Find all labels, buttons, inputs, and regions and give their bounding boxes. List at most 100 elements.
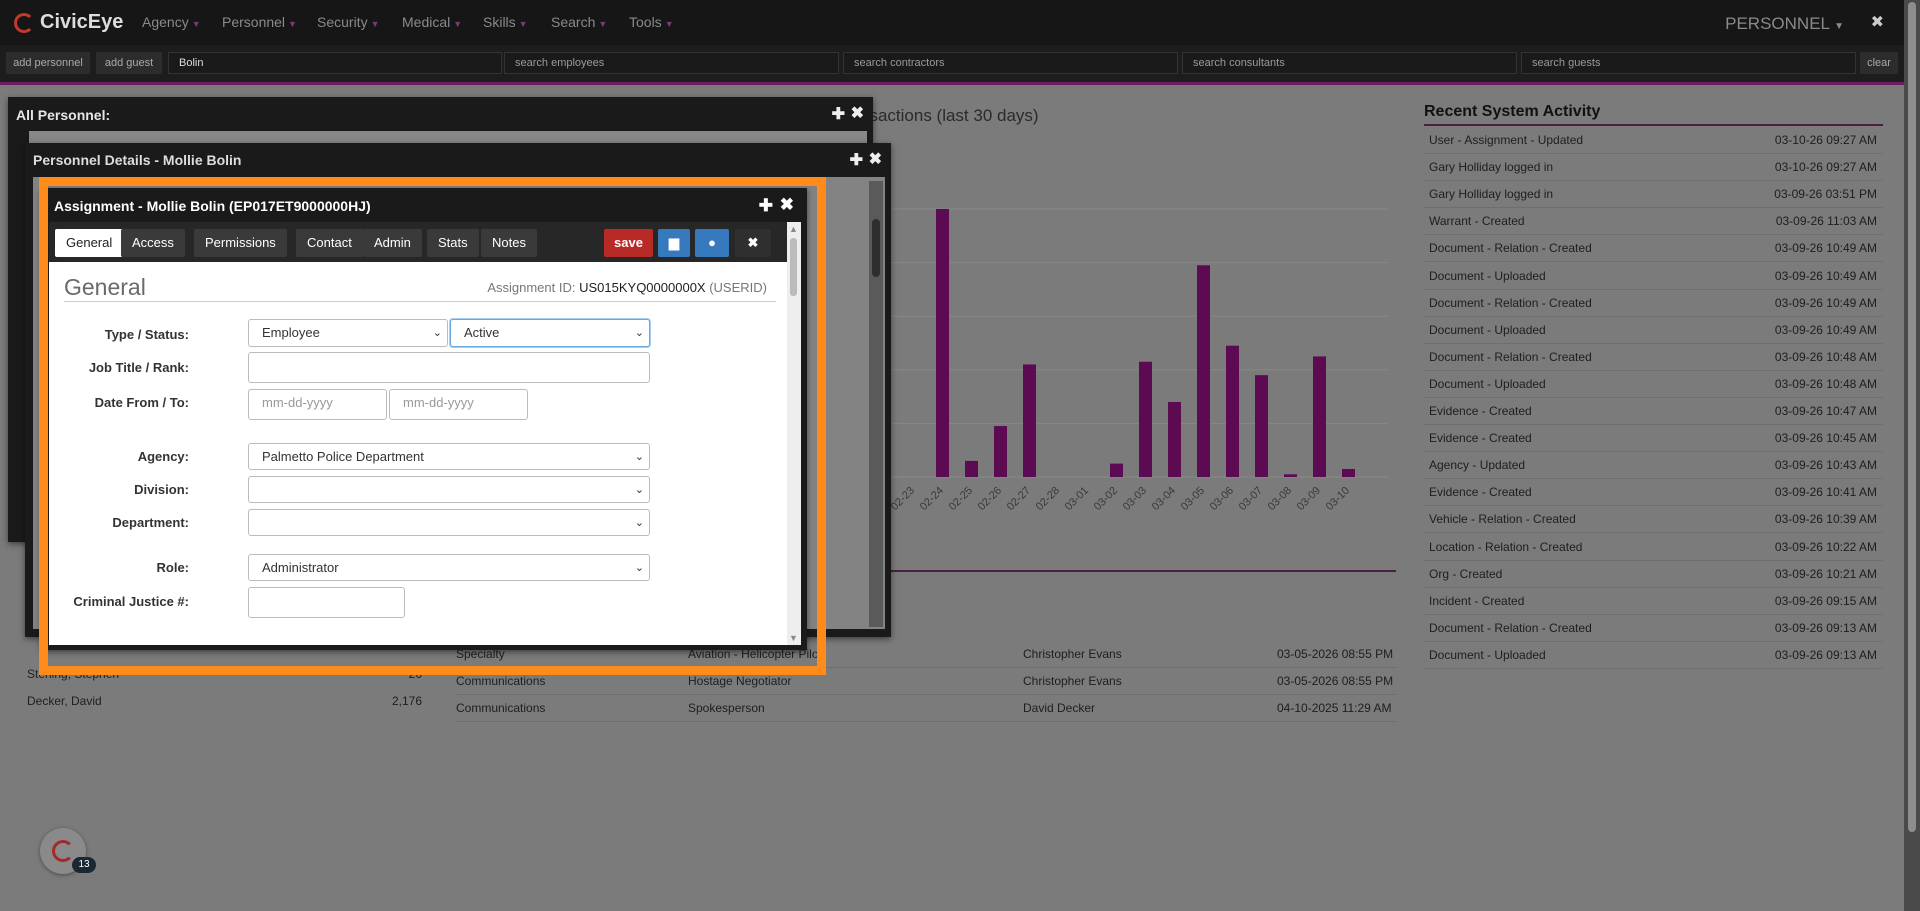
add-guest-button[interactable]: add guest <box>96 52 162 74</box>
scrollbar-thumb[interactable] <box>872 219 880 277</box>
activity-row[interactable]: Document - Relation - Created 03-09-26 09… <box>1424 614 1883 642</box>
activity-row[interactable]: Document - Relation - Created 03-09-26 10… <box>1424 234 1883 263</box>
bar[interactable] <box>1284 474 1297 477</box>
activity-time: 03-09-26 10:48 AM <box>1774 376 1877 391</box>
department-label: Department: <box>112 515 189 530</box>
x-tick-label: 02-27 <box>1005 485 1033 513</box>
activity-row[interactable]: Evidence - Created 03-09-26 10:47 AM <box>1424 397 1883 425</box>
caret-down-icon: ▼ <box>598 19 608 29</box>
activity-row[interactable]: Document - Relation - Created 03-09-26 10… <box>1424 343 1883 371</box>
nav-security[interactable]: Security ▼ <box>317 14 380 30</box>
bar[interactable] <box>994 426 1007 477</box>
list-item[interactable]: Decker, David 2,176 <box>27 687 422 714</box>
scrollbar-thumb[interactable] <box>790 238 797 296</box>
nav-personnel[interactable]: Personnel ▼ <box>222 14 297 30</box>
page-scrollbar[interactable] <box>1904 0 1920 911</box>
close-icon[interactable]: ✖ <box>869 149 882 169</box>
document-button[interactable]: ▆ <box>658 229 690 257</box>
caret-down-icon: ▼ <box>191 19 201 29</box>
bar[interactable] <box>965 460 978 477</box>
activity-row[interactable]: Warrant - Created 03-09-26 11:03 AM <box>1424 207 1883 236</box>
department-select[interactable]: ⌄ <box>248 509 650 536</box>
x-tick-label: 03-06 <box>1208 485 1236 513</box>
nav-agency[interactable]: Agency ▼ <box>142 14 201 30</box>
table-row[interactable]: Communications Spokesperson David Decker… <box>455 694 1396 722</box>
scroll-down-icon[interactable]: ▼ <box>789 633 798 643</box>
close-icon[interactable]: ✖ <box>1871 12 1884 32</box>
add-personnel-button[interactable]: add personnel <box>6 52 90 74</box>
tab-contact[interactable]: Contact <box>296 229 363 257</box>
activity-time: 03-09-26 09:13 AM <box>1774 620 1877 635</box>
type-select[interactable]: Employee ⌄ <box>248 319 448 347</box>
scroll-up-icon[interactable]: ▲ <box>789 224 798 234</box>
activity-row[interactable]: Org - Created 03-09-26 10:21 AM <box>1424 560 1883 588</box>
search-employees-input[interactable]: search employees <box>504 52 839 74</box>
bar[interactable] <box>1226 345 1239 477</box>
activity-event: Org - Created <box>1429 566 1503 581</box>
logo[interactable]: CivicEye <box>14 11 123 34</box>
activity-row[interactable]: Document - Uploaded 03-09-26 10:48 AM <box>1424 370 1883 398</box>
activity-row[interactable]: Evidence - Created 03-09-26 10:45 AM <box>1424 424 1883 453</box>
search-contractors-input[interactable]: search contractors <box>843 52 1178 74</box>
user-menu[interactable]: PERSONNEL ▼ <box>1725 14 1844 34</box>
plus-icon[interactable]: ✚ <box>759 196 773 216</box>
save-button[interactable]: save <box>604 229 653 257</box>
status-select[interactable]: Active ⌄ <box>450 319 650 347</box>
search-consultants-input[interactable]: search consultants <box>1182 52 1517 74</box>
tab-general[interactable]: General <box>55 229 124 257</box>
tab-permissions[interactable]: Permissions <box>194 229 287 257</box>
search-guests-input[interactable]: search guests <box>1521 52 1856 74</box>
activity-row[interactable]: Gary Holliday logged in 03-10-26 09:27 AM <box>1424 153 1883 182</box>
nav-skills[interactable]: Skills ▼ <box>483 14 528 30</box>
activity-row[interactable]: Gary Holliday logged in 03-09-26 03:51 PM <box>1424 180 1883 209</box>
activity-row[interactable]: User - Assignment - Updated 03-10-26 09:2… <box>1424 126 1883 154</box>
user-button[interactable]: ● <box>695 229 729 257</box>
criminal-justice-input[interactable] <box>248 587 405 618</box>
activity-row[interactable]: Agency - Updated 03-09-26 10:43 AM <box>1424 451 1883 480</box>
job-title-input[interactable] <box>248 352 650 383</box>
bar[interactable] <box>936 209 949 477</box>
activity-row[interactable]: Incident - Created 03-09-26 09:15 AM <box>1424 587 1883 615</box>
close-icon[interactable]: ✖ <box>780 195 794 215</box>
scrollbar-thumb[interactable] <box>1908 2 1916 832</box>
tab-access[interactable]: Access <box>121 229 185 257</box>
scrollbar[interactable]: ▲ ▼ <box>787 222 801 645</box>
bar[interactable] <box>1197 265 1210 477</box>
nav-medical[interactable]: Medical ▼ <box>402 14 462 30</box>
name-search-input[interactable]: Bolin <box>168 52 502 74</box>
tab-admin[interactable]: Admin <box>363 229 422 257</box>
nav-tools[interactable]: Tools ▼ <box>629 14 674 30</box>
activity-row[interactable]: Document - Relation - Created 03-09-26 10… <box>1424 289 1883 317</box>
tab-notes[interactable]: Notes <box>481 229 537 257</box>
activity-row[interactable]: Document - Uploaded 03-09-26 10:49 AM <box>1424 262 1883 290</box>
table-row[interactable]: Communications Hostage Negotiator Christ… <box>455 667 1396 695</box>
bar[interactable] <box>1255 375 1268 477</box>
activity-row[interactable]: Location - Relation - Created 03-09-26 10… <box>1424 533 1883 561</box>
bar[interactable] <box>1313 356 1326 477</box>
bar[interactable] <box>1110 463 1123 477</box>
nav-search[interactable]: Search ▼ <box>551 14 607 30</box>
activity-row[interactable]: Evidence - Created 03-09-26 10:41 AM <box>1424 478 1883 507</box>
plus-icon[interactable]: ✚ <box>850 150 863 170</box>
bar[interactable] <box>1139 361 1152 477</box>
role-select[interactable]: Administrator ⌄ <box>248 554 650 581</box>
caret-down-icon: ▼ <box>664 19 674 29</box>
clear-button[interactable]: clear <box>1860 52 1898 74</box>
tab-stats[interactable]: Stats <box>427 229 479 257</box>
bar[interactable] <box>1168 401 1181 477</box>
bar[interactable] <box>1342 468 1355 477</box>
date-from-input[interactable]: mm-dd-yyyy <box>248 389 387 420</box>
activity-row[interactable]: Document - Uploaded 03-09-26 10:49 AM <box>1424 316 1883 344</box>
division-select[interactable]: ⌄ <box>248 476 650 503</box>
bar[interactable] <box>1023 364 1036 477</box>
activity-time: 03-09-26 10:39 AM <box>1774 512 1877 527</box>
close-form-button[interactable]: ✖ <box>735 229 771 257</box>
agency-select[interactable]: Palmetto Police Department ⌄ <box>248 443 650 470</box>
scrollbar[interactable] <box>869 181 883 627</box>
close-icon[interactable]: ✖ <box>851 103 864 123</box>
plus-icon[interactable]: ✚ <box>832 104 845 124</box>
activity-row[interactable]: Document - Uploaded 03-09-26 09:13 AM <box>1424 641 1883 669</box>
date-to-input[interactable]: mm-dd-yyyy <box>389 389 528 420</box>
activity-row[interactable]: Vehicle - Relation - Created 03-09-26 10:… <box>1424 505 1883 534</box>
list-item[interactable]: Sterling, Stephen 26 <box>27 660 422 687</box>
